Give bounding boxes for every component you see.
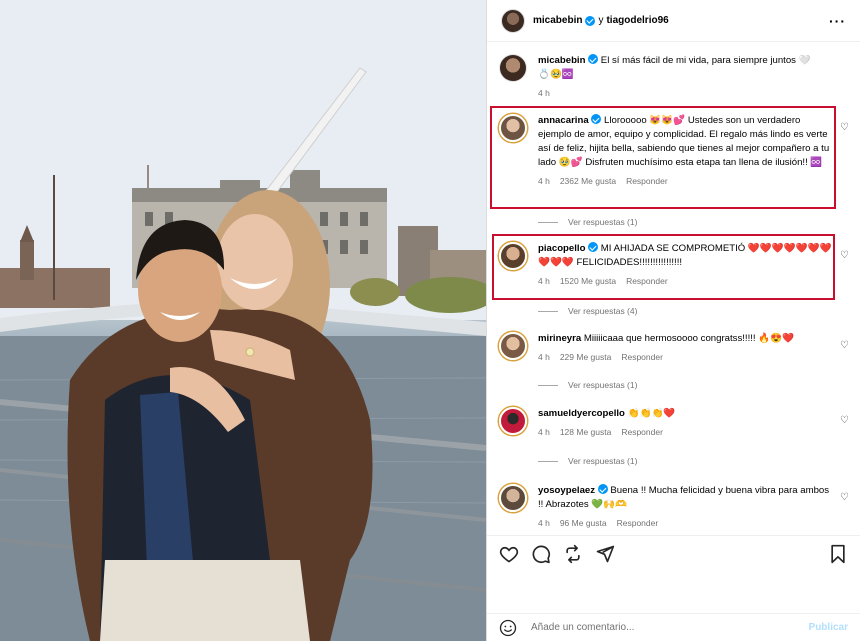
- verified-badge-icon: [597, 484, 608, 494]
- highlight-box: [492, 234, 835, 300]
- author-names: micabebin y tiagodelrio96: [533, 15, 669, 26]
- post-actions-bar: [487, 535, 860, 571]
- caption-username[interactable]: micabebin: [538, 55, 585, 66]
- comment-input[interactable]: [531, 622, 809, 633]
- commenter-avatar[interactable]: [499, 407, 527, 435]
- comment-time[interactable]: 4 h: [538, 425, 550, 439]
- view-replies-label: Ver respuestas (1): [568, 380, 638, 390]
- coauthor-username[interactable]: tiagodelrio96: [606, 15, 668, 26]
- verified-badge-icon: [588, 54, 599, 64]
- heart-icon[interactable]: ♡: [840, 415, 849, 426]
- view-replies-button[interactable]: Ver respuestas (1): [538, 217, 637, 227]
- add-comment-bar: Publicar: [487, 613, 860, 641]
- reply-button[interactable]: Responder: [621, 350, 663, 364]
- view-replies-button[interactable]: Ver respuestas (1): [538, 456, 637, 466]
- post-caption: micabebin El sí más fácil de mi vida, pa…: [499, 54, 819, 100]
- comment-item: yosoypelaez Buena !! Mucha felicidad y b…: [499, 484, 851, 530]
- comments-list[interactable]: micabebin El sí más fácil de mi vida, pa…: [487, 42, 860, 533]
- view-replies-button[interactable]: Ver respuestas (1): [538, 380, 637, 390]
- replies-divider: [538, 221, 558, 223]
- comment-text: Miiiiicaaa que hermosoooo congratss!!!!!…: [583, 333, 795, 344]
- author-connector: y: [598, 15, 604, 26]
- post-header: micabebin y tiagodelrio96 ···: [487, 0, 860, 42]
- comment-time[interactable]: 4 h: [538, 516, 550, 530]
- view-replies-button[interactable]: Ver respuestas (4): [538, 306, 637, 316]
- comment-username[interactable]: mirineyra: [538, 333, 581, 344]
- replies-divider: [538, 460, 558, 462]
- bookmark-icon[interactable]: [828, 544, 848, 564]
- comment-username[interactable]: yosoypelaez: [538, 485, 595, 496]
- heart-icon[interactable]: ♡: [840, 492, 849, 503]
- author-username[interactable]: micabebin: [533, 15, 582, 26]
- commenter-avatar[interactable]: [499, 332, 527, 360]
- heart-icon[interactable]: ♡: [840, 340, 849, 351]
- post-photo[interactable]: [0, 0, 486, 641]
- post-side-panel: micabebin y tiagodelrio96 ··· micabebin …: [486, 0, 860, 641]
- replies-divider: [538, 310, 558, 312]
- view-replies-label: Ver respuestas (4): [568, 306, 638, 316]
- post-comment-button[interactable]: Publicar: [809, 622, 848, 633]
- caption-avatar[interactable]: [499, 54, 527, 82]
- instagram-post-modal: micabebin y tiagodelrio96 ··· micabebin …: [0, 0, 860, 641]
- comment-time[interactable]: 4 h: [538, 350, 550, 364]
- comment-item: mirineyra Miiiiicaaa que hermosoooo cong…: [499, 332, 851, 364]
- comment-likes[interactable]: 96 Me gusta: [560, 516, 607, 530]
- replies-divider: [538, 384, 558, 386]
- emoji-icon[interactable]: [499, 619, 517, 637]
- heart-icon[interactable]: ♡: [840, 122, 849, 133]
- highlight-box: [490, 106, 836, 209]
- verified-badge-icon: [585, 15, 596, 26]
- comment-icon[interactable]: [531, 544, 551, 564]
- heart-icon[interactable]: ♡: [840, 250, 849, 261]
- caption-time[interactable]: 4 h: [538, 86, 550, 100]
- view-replies-label: Ver respuestas (1): [568, 217, 638, 227]
- more-icon[interactable]: ···: [829, 13, 846, 29]
- view-replies-label: Ver respuestas (1): [568, 456, 638, 466]
- comment-text: 👏👏👏❤️: [627, 408, 676, 419]
- heart-icon[interactable]: [499, 544, 519, 564]
- comment-likes[interactable]: 128 Me gusta: [560, 425, 612, 439]
- reply-button[interactable]: Responder: [621, 425, 663, 439]
- commenter-avatar[interactable]: [499, 484, 527, 512]
- reply-button[interactable]: Responder: [617, 516, 659, 530]
- comment-item: samueldyercopello 👏👏👏❤️ 4 h 128 Me gusta…: [499, 407, 851, 439]
- comment-username[interactable]: samueldyercopello: [538, 408, 625, 419]
- comment-likes[interactable]: 229 Me gusta: [560, 350, 612, 364]
- post-photo-illustration: [0, 0, 486, 641]
- share-icon[interactable]: [595, 544, 615, 564]
- repost-icon[interactable]: [563, 544, 583, 564]
- author-avatar[interactable]: [501, 8, 525, 33]
